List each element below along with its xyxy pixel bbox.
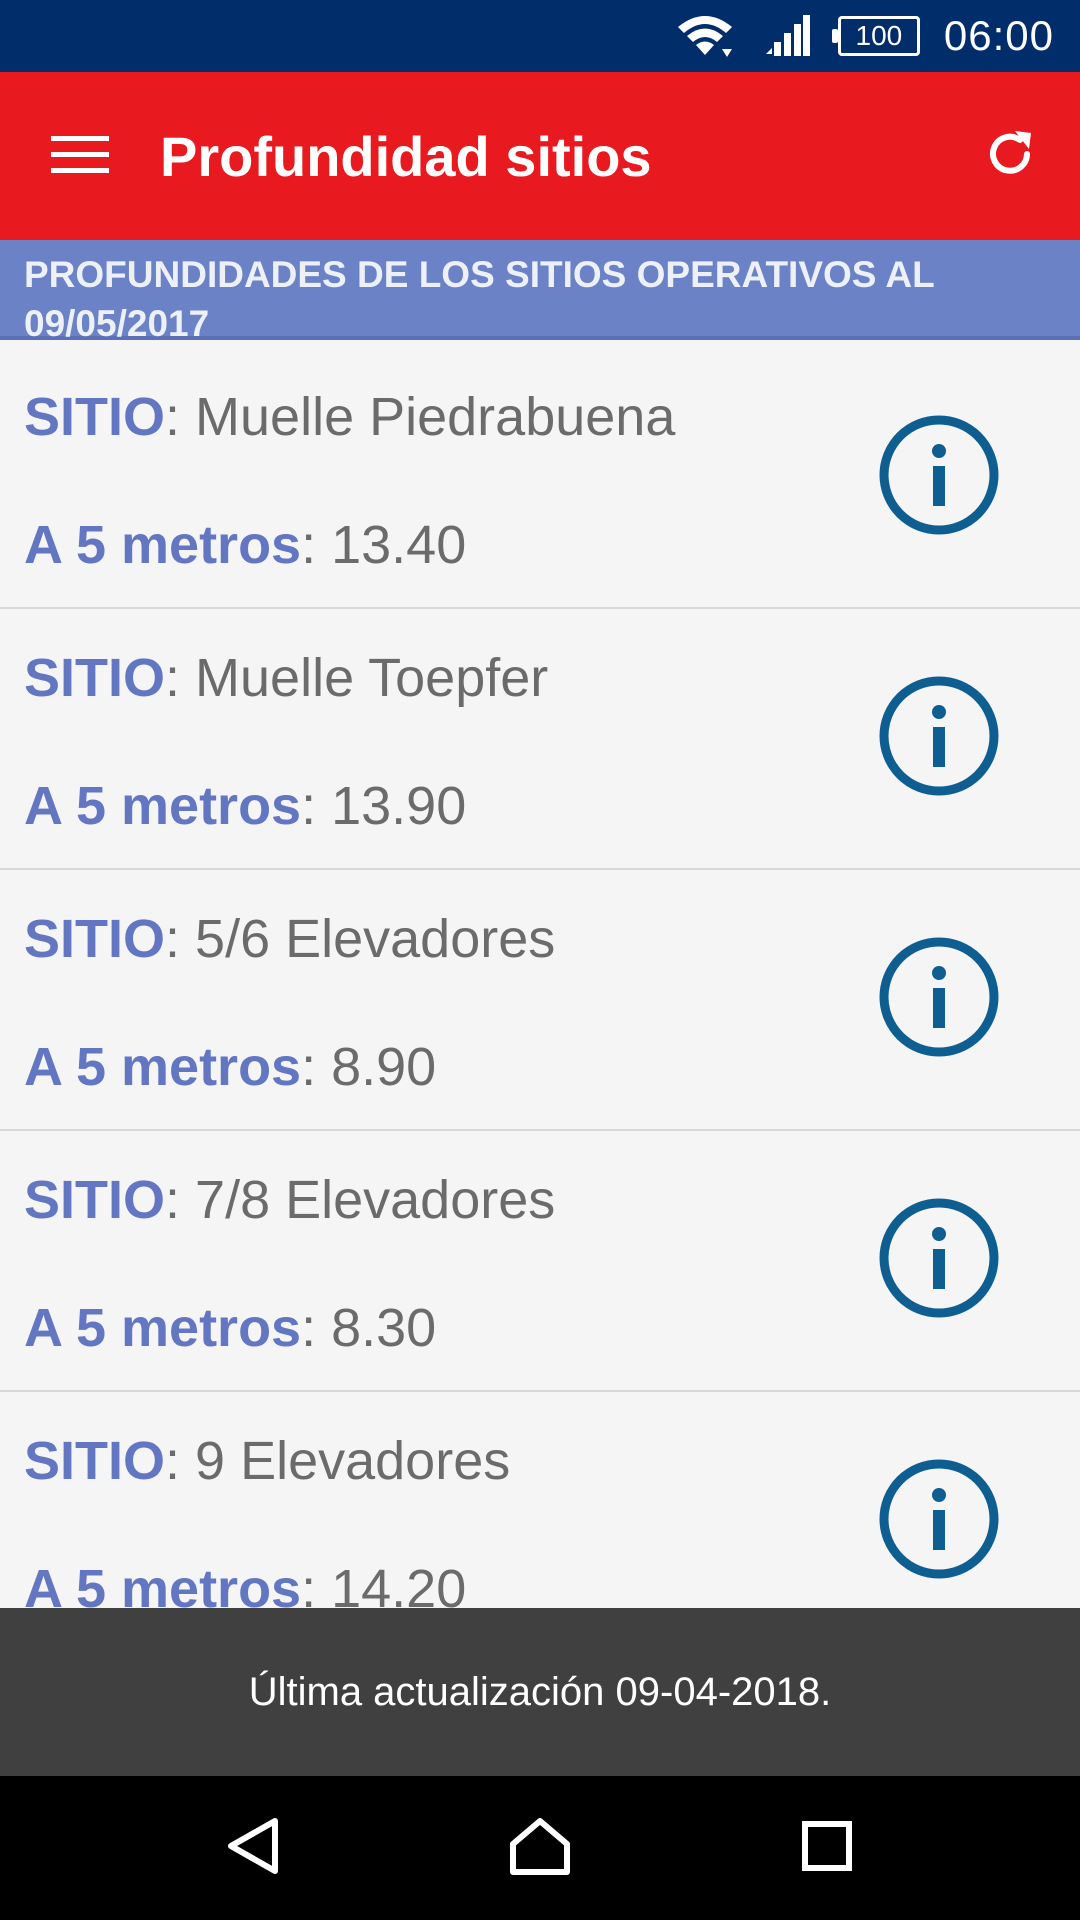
section-header: PROFUNDIDADES DE LOS SITIOS OPERATIVOS A… [0, 240, 1080, 344]
refresh-button[interactable] [940, 72, 1080, 240]
home-icon [508, 1816, 572, 1881]
depth-label: A 5 metros [24, 515, 302, 575]
site-label: SITIO [24, 1170, 166, 1230]
page-title: Profundidad sitios [160, 124, 652, 188]
site-line: SITIO: Muelle Piedrabuena [24, 386, 675, 448]
hamburger-menu-icon [51, 134, 109, 179]
separator: : [165, 1431, 196, 1491]
list-item: SITIO: 7/8 Elevadores A 5 metros: 8.30 [0, 1131, 1080, 1392]
site-line: SITIO: 5/6 Elevadores [24, 908, 555, 970]
depth-label: A 5 metros [24, 1037, 302, 1097]
depth-line: A 5 metros: 13.40 [24, 514, 466, 576]
site-line: SITIO: Muelle Toepfer [24, 647, 548, 709]
separator: : [301, 776, 332, 836]
separator: : [165, 387, 196, 447]
info-icon [878, 936, 1000, 1063]
snackbar: Última actualización 09-04-2018. [0, 1608, 1080, 1776]
battery-level: 100 [831, 16, 920, 56]
list-item: SITIO: Muelle Toepfer A 5 metros: 13.90 [0, 609, 1080, 870]
list-item: SITIO: 5/6 Elevadores A 5 metros: 8.90 [0, 870, 1080, 1131]
depth-line: A 5 metros: 13.90 [24, 775, 466, 837]
list-item: SITIO: 9 Elevadores A 5 metros: 14.20 [0, 1392, 1080, 1608]
info-button[interactable] [878, 1197, 1000, 1324]
info-button[interactable] [878, 1458, 1000, 1585]
recents-icon [801, 1820, 853, 1877]
info-button[interactable] [878, 675, 1000, 802]
site-line: SITIO: 9 Elevadores [24, 1430, 510, 1492]
site-name: 5/6 Elevadores [195, 909, 556, 969]
site-line: SITIO: 7/8 Elevadores [24, 1169, 555, 1231]
back-button[interactable] [193, 1788, 313, 1908]
depth-value: 8.30 [331, 1298, 437, 1358]
separator: : [301, 1298, 332, 1358]
info-button[interactable] [878, 936, 1000, 1063]
separator: : [165, 1170, 196, 1230]
recents-button[interactable] [767, 1788, 887, 1908]
battery-icon: 100 [831, 16, 920, 56]
info-button[interactable] [878, 414, 1000, 541]
site-label: SITIO [24, 387, 166, 447]
wifi-icon [676, 13, 734, 59]
site-label: SITIO [24, 648, 166, 708]
home-button[interactable] [480, 1788, 600, 1908]
refresh-icon [983, 127, 1037, 186]
depth-value: 8.90 [331, 1037, 437, 1097]
menu-button[interactable] [0, 72, 160, 240]
depth-value: 14.20 [331, 1559, 467, 1608]
separator: : [301, 515, 332, 575]
site-label: SITIO [24, 909, 166, 969]
separator: : [301, 1037, 332, 1097]
navigation-bar [0, 1776, 1080, 1920]
depth-label: A 5 metros [24, 776, 302, 836]
sites-list[interactable]: SITIO: Muelle Piedrabuena A 5 metros: 13… [0, 348, 1080, 1608]
info-icon [878, 675, 1000, 802]
info-icon [878, 414, 1000, 541]
separator: : [165, 909, 196, 969]
info-icon [878, 1197, 1000, 1324]
clock: 06:00 [943, 12, 1054, 59]
site-label: SITIO [24, 1431, 166, 1491]
depth-line: A 5 metros: 8.90 [24, 1036, 436, 1098]
depth-label: A 5 metros [24, 1298, 302, 1358]
site-name: 9 Elevadores [195, 1431, 511, 1491]
depth-value: 13.90 [331, 776, 467, 836]
depth-label: A 5 metros [24, 1559, 302, 1608]
separator: : [301, 1559, 332, 1608]
separator: : [165, 648, 196, 708]
site-name: Muelle Toepfer [195, 648, 549, 708]
list-item: SITIO: Muelle Piedrabuena A 5 metros: 13… [0, 348, 1080, 609]
site-name: Muelle Piedrabuena [195, 387, 676, 447]
signal-icon [762, 14, 810, 58]
back-icon [225, 1816, 281, 1881]
depth-value: 13.40 [331, 515, 467, 575]
status-bar: 100 06:00 [0, 0, 1080, 72]
info-icon [878, 1458, 1000, 1585]
snackbar-text: Última actualización 09-04-2018. [248, 1669, 832, 1714]
depth-line: A 5 metros: 8.30 [24, 1297, 436, 1359]
depth-line: A 5 metros: 14.20 [24, 1558, 466, 1608]
site-name: 7/8 Elevadores [195, 1170, 556, 1230]
app-bar: Profundidad sitios [0, 72, 1080, 240]
